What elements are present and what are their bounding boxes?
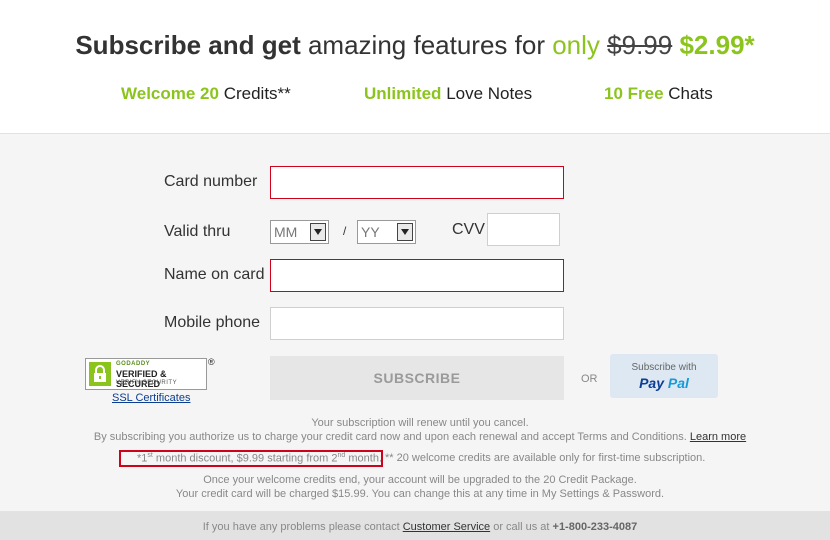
ssl-certificates-link[interactable]: SSL Certificates xyxy=(112,392,190,404)
date-separator: / xyxy=(343,224,347,238)
name-on-card-input[interactable] xyxy=(270,259,564,292)
or-divider: OR xyxy=(581,373,598,385)
badge-subtitle: VERIFY SECURITY xyxy=(116,380,178,386)
authorize-notice: By subscribing you authorize us to charg… xyxy=(0,431,830,443)
cvv-input[interactable] xyxy=(487,213,560,246)
paypal-subscribe-with: Subscribe with xyxy=(631,362,697,373)
headline-part3: only xyxy=(552,30,600,60)
registered-mark: ® xyxy=(208,357,215,367)
feature-highlight: Welcome 20 xyxy=(121,84,219,103)
name-on-card-label: Name on card xyxy=(164,266,265,283)
chevron-down-icon xyxy=(397,223,413,241)
learn-more-link[interactable]: Learn more xyxy=(690,431,746,443)
month-select[interactable]: MM xyxy=(270,220,329,244)
header: Subscribe and get amazing features for o… xyxy=(0,0,830,134)
paypal-logo-pay: Pay xyxy=(639,375,664,391)
mobile-phone-label: Mobile phone xyxy=(164,314,261,331)
feature-text: Credits** xyxy=(223,84,291,103)
feature-text: Chats xyxy=(668,84,713,103)
card-number-input[interactable] xyxy=(270,166,564,199)
support-phone: +1-800-233-4087 xyxy=(552,521,638,533)
upgrade-notice: Once your welcome credits end, your acco… xyxy=(203,474,637,486)
mobile-phone-input[interactable] xyxy=(270,307,564,340)
year-select[interactable]: YY xyxy=(357,220,416,244)
valid-thru-label: Valid thru xyxy=(164,223,231,240)
lock-icon xyxy=(89,362,111,386)
feature-love-notes: Unlimited Love Notes xyxy=(364,84,532,104)
customer-service-link[interactable]: Customer Service xyxy=(403,521,490,533)
old-price: $9.99 xyxy=(607,30,673,60)
headline-part2: amazing features for xyxy=(307,30,545,60)
badge-brand: GODADDY xyxy=(116,361,151,367)
paypal-subscribe-button[interactable]: Subscribe with Pay Pal xyxy=(610,354,718,398)
footer-text: If you have any problems please contact … xyxy=(0,521,830,533)
footer: If you have any problems please contact … xyxy=(0,511,830,540)
cvv-label: CVV xyxy=(452,221,485,238)
subscribe-button[interactable]: SUBSCRIBE xyxy=(270,356,564,400)
footer-text1: If you have any problems please contact xyxy=(202,521,400,533)
page-title: Subscribe and get amazing features for o… xyxy=(0,30,830,61)
card-number-label: Card number xyxy=(164,173,258,190)
feature-highlight: Unlimited xyxy=(364,84,442,103)
year-value: YY xyxy=(361,224,380,240)
badge-title: VERIFIED & SECURED xyxy=(116,369,167,389)
paypal-logo-pal: Pal xyxy=(667,375,689,391)
paypal-logo: Pay Pal xyxy=(610,375,718,391)
month-value: MM xyxy=(274,224,298,240)
chevron-down-icon xyxy=(310,223,326,241)
headline-part1: Subscribe and get xyxy=(75,30,301,60)
godaddy-security-badge[interactable]: GODADDY VERIFIED & SECURED VERIFY SECURI… xyxy=(85,358,207,390)
feature-credits: Welcome 20 Credits** xyxy=(121,84,291,104)
charge-notice: Your credit card will be charged $15.99.… xyxy=(175,488,665,500)
discount-highlight-box xyxy=(119,450,383,467)
feature-chats: 10 Free Chats xyxy=(604,84,713,104)
footer-text2: or call us at xyxy=(493,521,550,533)
new-price: $2.99* xyxy=(679,30,755,60)
feature-text: Love Notes xyxy=(446,84,533,103)
authorize-text: By subscribing you authorize us to charg… xyxy=(93,431,687,443)
credits-note: ** 20 welcome credits are available only… xyxy=(385,452,706,464)
renew-notice: Your subscription will renew until you c… xyxy=(311,417,529,429)
feature-highlight: 10 Free xyxy=(604,84,664,103)
